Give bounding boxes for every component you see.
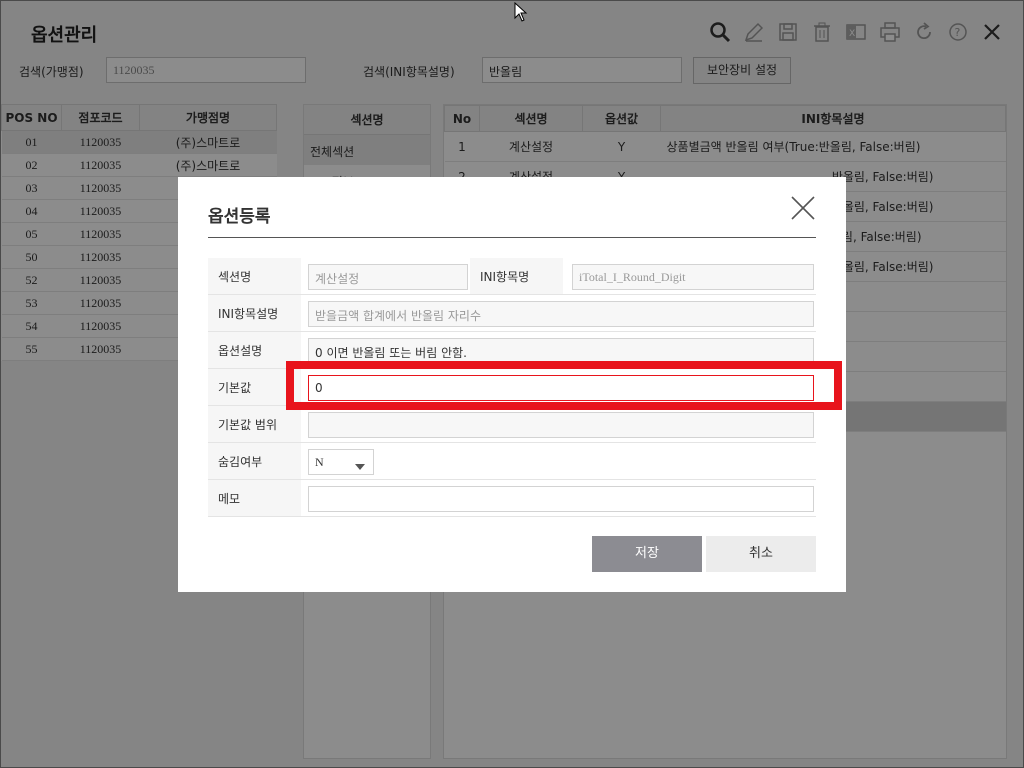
ini-desc-field[interactable]: 받을금액 합계에서 반올림 자리수 — [308, 301, 814, 327]
memo-input[interactable] — [308, 486, 814, 512]
cancel-button[interactable]: 취소 — [706, 536, 816, 572]
form-row-default: 기본값 0 — [208, 369, 816, 406]
title-divider — [208, 237, 816, 238]
section-label: 섹션명 — [208, 258, 301, 294]
option-form: 섹션명 계산설정 INI항목명 iTotal_I_Round_Digit INI… — [208, 258, 816, 517]
section-field[interactable]: 계산설정 — [308, 264, 468, 290]
memo-label: 메모 — [208, 480, 301, 516]
form-row-option-desc: 옵션설명 0 이면 반올림 또는 버림 안함. — [208, 332, 816, 369]
hidden-select-value: N — [315, 455, 324, 469]
hidden-select[interactable]: N — [308, 449, 374, 475]
default-range-label: 기본값 범위 — [208, 406, 301, 442]
option-desc-label: 옵션설명 — [208, 332, 301, 368]
form-row-ini-desc: INI항목설명 받을금액 합계에서 반올림 자리수 — [208, 295, 816, 332]
ini-name-label: INI항목명 — [470, 258, 563, 294]
form-row-hidden: 숨김여부 N — [208, 443, 816, 480]
option-desc-field[interactable]: 0 이면 반올림 또는 버림 안함. — [308, 338, 814, 364]
ini-name-field[interactable]: iTotal_I_Round_Digit — [572, 264, 814, 290]
chevron-down-icon — [355, 459, 365, 474]
dialog-title: 옵션등록 — [208, 207, 271, 227]
option-register-dialog: 옵션등록 섹션명 계산설정 INI항목명 iTotal_I_Round_Digi… — [178, 177, 846, 592]
form-row-memo: 메모 — [208, 480, 816, 517]
form-row-section: 섹션명 계산설정 INI항목명 iTotal_I_Round_Digit — [208, 258, 816, 295]
ini-desc-label: INI항목설명 — [208, 295, 301, 331]
default-range-field[interactable] — [308, 412, 814, 438]
default-value-label: 기본값 — [208, 369, 301, 405]
mouse-cursor-icon — [514, 1, 528, 25]
save-button[interactable]: 저장 — [592, 536, 702, 572]
close-icon[interactable] — [790, 195, 816, 221]
form-row-range: 기본값 범위 — [208, 406, 816, 443]
default-value-input[interactable]: 0 — [308, 375, 814, 401]
hidden-label: 숨김여부 — [208, 443, 301, 479]
